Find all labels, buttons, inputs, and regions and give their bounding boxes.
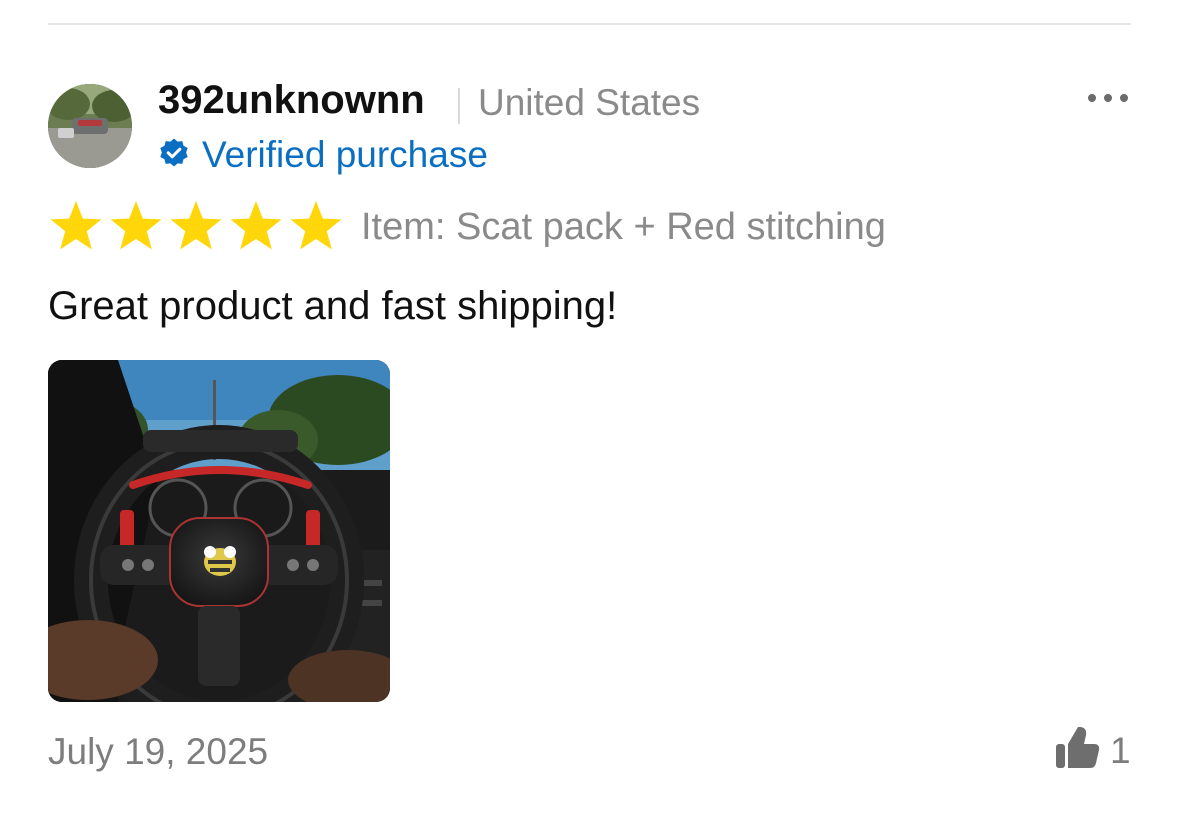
review-photo[interactable] bbox=[48, 360, 390, 702]
star-icon bbox=[170, 201, 222, 250]
item-variant: Item: Scat pack + Red stitching bbox=[361, 206, 886, 248]
star-icon bbox=[290, 201, 342, 250]
thumbs-up-icon bbox=[1054, 726, 1100, 775]
more-options-button[interactable] bbox=[1086, 90, 1130, 106]
star-icon bbox=[50, 201, 102, 250]
star-icon bbox=[110, 201, 162, 250]
review-date: July 19, 2025 bbox=[48, 731, 269, 772]
reviewer-name[interactable]: 392unknownn bbox=[158, 78, 425, 123]
star-icon bbox=[230, 201, 282, 250]
review-text: Great product and fast shipping! bbox=[48, 284, 618, 328]
more-options-icon bbox=[1088, 94, 1128, 102]
star-rating bbox=[48, 199, 344, 253]
avatar[interactable] bbox=[48, 84, 132, 168]
reviewer-country: United States bbox=[478, 82, 701, 123]
verified-badge-icon bbox=[158, 137, 190, 174]
top-divider bbox=[48, 23, 1131, 25]
verified-purchase-label: Verified purchase bbox=[202, 134, 488, 175]
helpful-button[interactable]: 1 bbox=[1054, 726, 1131, 775]
verified-purchase: Verified purchase bbox=[158, 134, 488, 176]
name-separator bbox=[458, 88, 460, 124]
helpful-count: 1 bbox=[1110, 729, 1131, 771]
